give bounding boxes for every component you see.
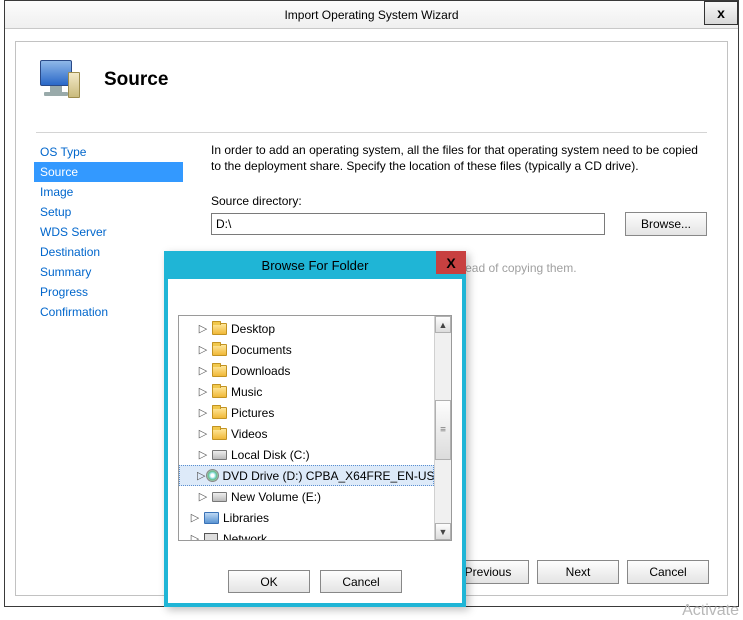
dialog-ok-button[interactable]: OK <box>228 570 310 593</box>
tree-item-label: Network <box>223 532 267 541</box>
tree-item-label: Pictures <box>231 406 274 420</box>
tree-item-network[interactable]: ▷ Network <box>179 528 434 540</box>
folder-icon <box>210 384 228 400</box>
wizard-step-os-type[interactable]: OS Type <box>34 142 183 162</box>
instruction-text: In order to add an operating system, all… <box>211 142 707 174</box>
drive-icon <box>210 447 228 463</box>
tree-item-new-volume-e[interactable]: ▷ New Volume (E:) <box>179 486 434 507</box>
tree-item-label: Videos <box>231 427 267 441</box>
scroll-thumb[interactable] <box>435 400 451 460</box>
expand-icon[interactable]: ▷ <box>189 532 201 540</box>
tree-item-libraries[interactable]: ▷ Libraries <box>179 507 434 528</box>
header-divider <box>36 132 707 133</box>
wizard-step-progress[interactable]: Progress <box>34 282 183 302</box>
close-icon: X <box>446 255 455 271</box>
wizard-step-summary[interactable]: Summary <box>34 262 183 282</box>
dialog-cancel-button[interactable]: Cancel <box>320 570 402 593</box>
tree-item-label: Desktop <box>231 322 275 336</box>
dialog-close-button[interactable]: X <box>436 251 466 274</box>
dialog-title: Browse For Folder <box>262 258 369 273</box>
wizard-cancel-button[interactable]: Cancel <box>627 560 709 584</box>
tree-item-documents[interactable]: ▷ Documents <box>179 339 434 360</box>
wizard-step-image[interactable]: Image <box>34 182 183 202</box>
next-button[interactable]: Next <box>537 560 619 584</box>
source-directory-label: Source directory: <box>211 194 707 208</box>
browse-for-folder-dialog: Browse For Folder X ▷ Desktop ▷ Document… <box>164 251 466 607</box>
tree-item-downloads[interactable]: ▷ Downloads <box>179 360 434 381</box>
tree-item-music[interactable]: ▷ Music <box>179 381 434 402</box>
dialog-title-bar[interactable]: Browse For Folder X <box>164 251 466 279</box>
expand-icon[interactable]: ▷ <box>197 490 209 503</box>
computer-icon <box>36 56 84 104</box>
wizard-step-setup[interactable]: Setup <box>34 202 183 222</box>
expand-icon[interactable]: ▷ <box>197 406 209 419</box>
page-title: Source <box>104 69 168 91</box>
folder-icon <box>210 363 228 379</box>
tree-item-label: Music <box>231 385 262 399</box>
expand-icon[interactable]: ▷ <box>197 364 209 377</box>
wizard-title-bar[interactable]: Import Operating System Wizard x <box>5 1 738 29</box>
tree-item-desktop[interactable]: ▷ Desktop <box>179 318 434 339</box>
expand-icon[interactable]: ▷ <box>189 511 201 524</box>
folder-tree[interactable]: ▷ Desktop ▷ Documents ▷ Downloads ▷ Musi… <box>179 316 434 540</box>
tree-item-label: Documents <box>231 343 292 357</box>
tree-item-label: Downloads <box>231 364 290 378</box>
wizard-step-source[interactable]: Source <box>34 162 183 182</box>
network-icon <box>202 531 220 541</box>
source-directory-row: Browse... <box>211 212 707 236</box>
expand-icon[interactable]: ▷ <box>197 427 209 440</box>
drive-icon <box>210 489 228 505</box>
expand-icon[interactable]: ▷ <box>197 343 209 356</box>
wizard-step-confirmation[interactable]: Confirmation <box>34 302 183 322</box>
folder-icon <box>210 321 228 337</box>
expand-icon[interactable]: ▷ <box>197 385 209 398</box>
tree-scrollbar[interactable]: ▲ ▼ <box>434 316 451 540</box>
source-directory-input[interactable] <box>211 213 605 235</box>
dialog-button-row: OK Cancel <box>168 570 462 593</box>
scroll-up-button[interactable]: ▲ <box>435 316 451 333</box>
tree-item-label: Libraries <box>223 511 269 525</box>
scroll-down-button[interactable]: ▼ <box>435 523 451 540</box>
wizard-step-list: OS Type Source Image Setup WDS Server De… <box>16 136 183 549</box>
wizard-header: Source <box>16 42 727 117</box>
disc-icon <box>206 468 219 484</box>
close-icon: x <box>717 5 725 21</box>
expand-icon[interactable]: ▷ <box>197 448 209 461</box>
tree-item-label: DVD Drive (D:) CPBA_X64FRE_EN-US_DV9 <box>222 469 434 483</box>
folder-tree-container: ▷ Desktop ▷ Documents ▷ Downloads ▷ Musi… <box>178 315 452 541</box>
activate-windows-watermark: Activate <box>682 602 739 620</box>
folder-icon <box>210 342 228 358</box>
tree-item-videos[interactable]: ▷ Videos <box>179 423 434 444</box>
tree-item-pictures[interactable]: ▷ Pictures <box>179 402 434 423</box>
folder-icon <box>210 426 228 442</box>
folder-icon <box>210 405 228 421</box>
wizard-title: Import Operating System Wizard <box>284 8 458 22</box>
wizard-close-button[interactable]: x <box>704 1 738 25</box>
libraries-icon <box>202 510 220 526</box>
expand-icon[interactable]: ▷ <box>197 322 209 335</box>
wizard-step-destination[interactable]: Destination <box>34 242 183 262</box>
wizard-step-wds-server[interactable]: WDS Server <box>34 222 183 242</box>
expand-icon[interactable]: ▷ <box>197 469 205 482</box>
tree-item-local-disk-c[interactable]: ▷ Local Disk (C:) <box>179 444 434 465</box>
tree-item-dvd-drive-d[interactable]: ▷ DVD Drive (D:) CPBA_X64FRE_EN-US_DV9 <box>179 465 434 486</box>
tree-item-label: Local Disk (C:) <box>231 448 310 462</box>
browse-button[interactable]: Browse... <box>625 212 707 236</box>
tree-item-label: New Volume (E:) <box>231 490 321 504</box>
